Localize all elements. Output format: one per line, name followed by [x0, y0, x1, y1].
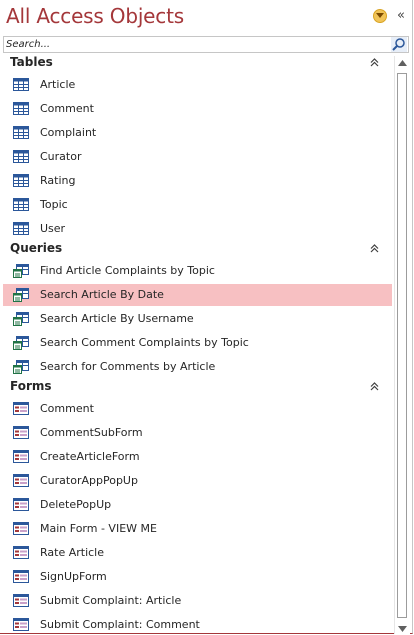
nav-item-commentsubform[interactable]: CommentSubForm	[3, 422, 392, 444]
nav-item-comment[interactable]: Comment	[3, 398, 392, 420]
navigation-pane: All Access Objects « Tables Article Commen…	[0, 0, 413, 634]
nav-item-createarticleform[interactable]: CreateArticleForm	[3, 446, 392, 468]
search-input[interactable]	[6, 37, 386, 52]
nav-item-label: Main Form - VIEW ME	[40, 522, 157, 535]
nav-item-label: Topic	[40, 198, 68, 211]
nav-item-label: CreateArticleForm	[40, 450, 140, 463]
nav-item-label: DeletePopUp	[40, 498, 112, 511]
table-icon	[13, 150, 29, 164]
nav-item-label: Search Comment Complaints by Topic	[40, 336, 249, 349]
nav-item-curatorapppopup[interactable]: CuratorAppPopUp	[3, 470, 392, 492]
nav-item-search-for-comments-by-article[interactable]: Search for Comments by Article	[3, 356, 392, 378]
query-icon	[13, 312, 29, 326]
nav-item-label: CommentSubForm	[40, 426, 143, 439]
object-list: Tables Article Comment Complaint Curator Rati…	[0, 54, 394, 634]
nav-item-label: Search for Comments by Article	[40, 360, 216, 373]
query-icon	[13, 336, 29, 350]
nav-item-label: Search Article By Date	[40, 288, 164, 301]
nav-item-label: User	[40, 222, 66, 235]
form-icon	[13, 498, 29, 512]
scroll-down-icon	[398, 626, 407, 632]
nav-item-label: Find Article Complaints by Topic	[40, 264, 215, 277]
form-icon	[13, 570, 29, 584]
collapse-group-icon[interactable]	[370, 381, 379, 394]
scrollbar-thumb[interactable]	[397, 73, 407, 618]
scroll-up-icon	[398, 60, 407, 66]
nav-item-search-article-by-date[interactable]: Search Article By Date	[3, 284, 392, 306]
nav-item-main-form-view-me[interactable]: Main Form - VIEW ME	[3, 518, 392, 540]
nav-item-complaint[interactable]: Complaint	[3, 122, 392, 144]
form-icon	[13, 594, 29, 608]
nav-item-label: Complaint	[40, 126, 97, 139]
nav-menu-dropdown-icon[interactable]	[373, 9, 387, 23]
form-icon	[13, 402, 29, 416]
group-label: Tables	[10, 55, 53, 69]
table-icon	[13, 102, 29, 116]
nav-pane-header: All Access Objects «	[0, 0, 413, 36]
nav-pane-title[interactable]: All Access Objects	[6, 4, 184, 28]
collapse-group-icon[interactable]	[370, 243, 379, 256]
shutter-bar-close-icon[interactable]: «	[393, 7, 409, 25]
nav-item-label: Curator	[40, 150, 82, 163]
nav-item-signupform[interactable]: SignUpForm	[3, 566, 392, 588]
nav-item-label: Submit Complaint: Article	[40, 594, 182, 607]
form-icon	[13, 618, 29, 632]
group-header-forms[interactable]: Forms	[0, 378, 394, 398]
nav-item-search-comment-complaints-by-topic[interactable]: Search Comment Complaints by Topic	[3, 332, 392, 354]
search-icon[interactable]	[391, 37, 407, 52]
form-icon	[13, 474, 29, 488]
table-icon	[13, 78, 29, 92]
query-icon	[13, 264, 29, 278]
group-label: Forms	[10, 379, 52, 393]
nav-item-search-article-by-username[interactable]: Search Article By Username	[3, 308, 392, 330]
form-icon	[13, 426, 29, 440]
group-header-queries[interactable]: Queries	[0, 240, 394, 260]
group-header-tables[interactable]: Tables	[0, 54, 394, 74]
table-icon	[13, 126, 29, 140]
nav-item-label: Rating	[40, 174, 76, 187]
table-icon	[13, 198, 29, 212]
nav-item-deletepopup[interactable]: DeletePopUp	[3, 494, 392, 516]
form-icon	[13, 450, 29, 464]
nav-item-curator[interactable]: Curator	[3, 146, 392, 168]
nav-item-submit-complaint-article[interactable]: Submit Complaint: Article	[3, 590, 392, 612]
nav-item-label: Comment	[40, 402, 94, 415]
table-icon	[13, 174, 29, 188]
query-icon	[13, 360, 29, 374]
form-icon	[13, 546, 29, 560]
nav-item-find-article-complaints-by-topic[interactable]: Find Article Complaints by Topic	[3, 260, 392, 282]
table-icon	[13, 222, 29, 236]
nav-item-comment[interactable]: Comment	[3, 98, 392, 120]
nav-item-label: Comment	[40, 102, 94, 115]
nav-item-label: Submit Complaint: Comment	[40, 618, 200, 631]
search-box	[3, 36, 409, 53]
nav-item-submit-complaint-comment[interactable]: Submit Complaint: Comment	[3, 614, 392, 634]
group-label: Queries	[10, 241, 63, 255]
nav-item-label: SignUpForm	[40, 570, 107, 583]
nav-item-label: Search Article By Username	[40, 312, 194, 325]
nav-item-label: Rate Article	[40, 546, 105, 559]
nav-item-label: CuratorAppPopUp	[40, 474, 138, 487]
vertical-scrollbar[interactable]	[394, 56, 410, 634]
nav-item-label: Article	[40, 78, 76, 91]
nav-item-topic[interactable]: Topic	[3, 194, 392, 216]
nav-item-rating[interactable]: Rating	[3, 170, 392, 192]
collapse-group-icon[interactable]	[370, 57, 379, 70]
nav-item-user[interactable]: User	[3, 218, 392, 240]
nav-item-article[interactable]: Article	[3, 74, 392, 96]
query-icon	[13, 288, 29, 302]
nav-item-rate-article[interactable]: Rate Article	[3, 542, 392, 564]
form-icon	[13, 522, 29, 536]
